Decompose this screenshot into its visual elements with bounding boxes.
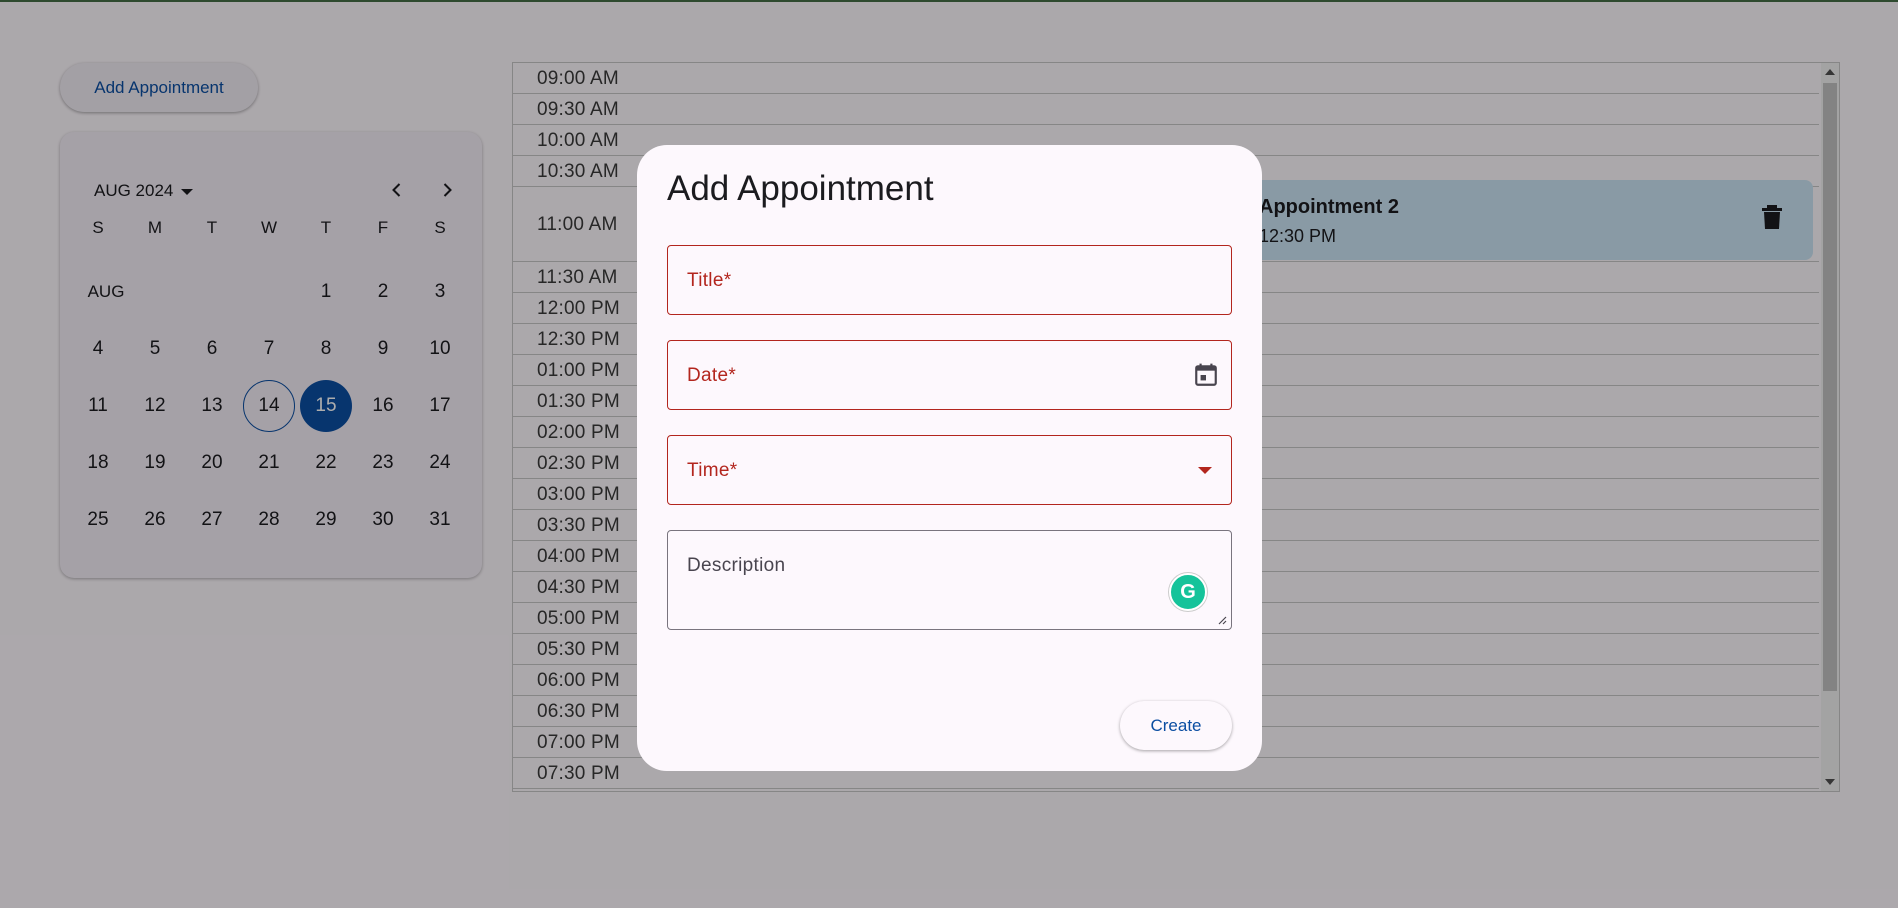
top-border [0,0,1898,2]
resize-handle-icon[interactable] [1217,615,1227,625]
chevron-down-icon[interactable] [1198,467,1212,474]
calendar-icon[interactable] [1193,362,1219,388]
create-button[interactable]: Create [1120,701,1232,750]
dialog-title: Add Appointment [667,169,934,208]
description-field-label: Description [687,555,786,576]
date-field[interactable]: Date* [667,340,1232,410]
time-select[interactable]: Time* [667,435,1232,505]
description-textarea[interactable]: Description G [667,530,1232,630]
add-appointment-dialog: Add Appointment Title* Date* Time* Descr… [637,145,1262,771]
title-field-label: Title* [687,270,732,291]
date-field-label: Date* [687,365,737,386]
time-field-label: Time* [687,460,738,481]
grammarly-icon[interactable]: G [1169,573,1207,611]
title-field[interactable]: Title* [667,245,1232,315]
